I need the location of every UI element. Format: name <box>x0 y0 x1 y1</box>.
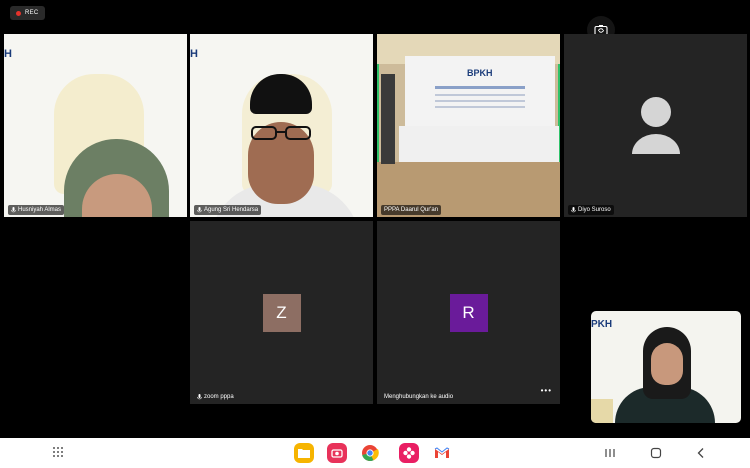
person-avatar-icon <box>632 97 680 154</box>
mic-icon <box>11 207 16 213</box>
android-navbar <box>0 438 750 468</box>
files-app-icon[interactable] <box>294 443 314 463</box>
recording-dot-icon <box>16 10 21 16</box>
mic-icon <box>571 207 576 213</box>
glasses-icon <box>248 126 314 140</box>
banner-corner-shape <box>591 399 613 423</box>
participant-name: Diyo Suroso <box>578 207 611 213</box>
gmail-app-icon[interactable] <box>432 443 452 463</box>
screen-recorder-app-icon[interactable] <box>327 443 347 463</box>
face-shape <box>651 343 683 385</box>
participant-avatar: R <box>449 293 488 332</box>
participant-name-tag: zoom pppa <box>194 392 237 402</box>
stage-table <box>399 126 559 166</box>
banner-line <box>435 94 525 96</box>
participant-name-tag: Diyo Suroso <box>568 205 614 215</box>
participant-status-tag: Menghubungkan ke audio <box>381 392 456 402</box>
mic-icon <box>197 394 202 400</box>
person-standing <box>381 74 395 164</box>
bpkh-logo: H <box>4 48 12 60</box>
participant-tile-zoom-pppa[interactable]: Z zoom pppa <box>190 221 373 404</box>
participant-status: Menghubungkan ke audio <box>384 394 454 400</box>
participant-name-tag: Husniyah Almas <box>8 205 65 215</box>
self-view-tile[interactable]: PKH <box>591 311 741 423</box>
participant-tile-husniyah[interactable]: H Husniyah Almas <box>4 34 187 217</box>
participant-name-tag: PPPA Daarul Qur'an <box>381 205 442 215</box>
participant-tile-diyo[interactable]: Diyo Suroso <box>564 34 747 217</box>
banner-line <box>435 106 525 108</box>
app-drawer-icon[interactable] <box>52 446 64 458</box>
bpkh-logo: H <box>190 48 198 60</box>
participant-name-tag: Agung Sri Hendarsa <box>194 205 262 215</box>
participant-tile-pppa[interactable]: BPKH PPPA Daarul Qur'an <box>377 34 560 217</box>
recording-indicator: REC <box>10 6 45 20</box>
back-icon[interactable] <box>693 445 709 461</box>
banner-line <box>435 100 525 102</box>
participant-name: PPPA Daarul Qur'an <box>384 207 439 213</box>
recording-label: REC <box>25 10 39 16</box>
participant-name: Husniyah Almas <box>18 207 62 213</box>
participant-avatar: Z <box>262 293 301 332</box>
bpkh-logo: PKH <box>591 319 613 330</box>
mic-icon <box>197 207 202 213</box>
recent-apps-icon[interactable] <box>602 445 618 461</box>
participant-name: zoom pppa <box>204 394 234 400</box>
banner-line <box>435 86 525 89</box>
participant-tile-agung[interactable]: H Agung Sri Hendarsa <box>190 34 373 217</box>
banner-title: BPKH <box>467 68 493 78</box>
chrome-app-icon[interactable] <box>360 443 380 463</box>
participant-name: Agung Sri Hendarsa <box>204 207 259 213</box>
home-icon[interactable] <box>648 445 664 461</box>
more-options-icon[interactable]: ••• <box>541 386 552 395</box>
flower-app-icon[interactable] <box>399 443 419 463</box>
participant-tile-connecting[interactable]: R Menghubungkan ke audio ••• <box>377 221 560 404</box>
